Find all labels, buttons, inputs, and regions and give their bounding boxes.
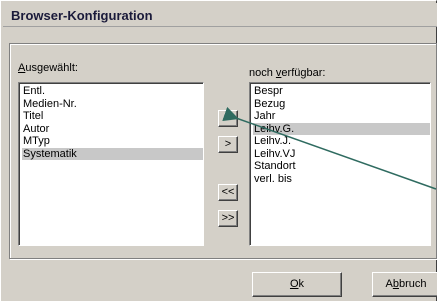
remove-all-columns-button[interactable]: >>	[218, 210, 238, 227]
ok-button[interactable]: Ok	[252, 272, 342, 297]
title-bar[interactable]: Browser-Konfiguration	[3, 3, 441, 27]
list-item[interactable]: Leihv.G.	[253, 122, 430, 135]
list-item[interactable]: verl. bis	[253, 173, 430, 186]
list-item[interactable]: Bezug	[253, 98, 430, 111]
selected-columns-list[interactable]: Entl. Medien-Nr. Titel Autor MTyp Systematik	[18, 82, 204, 246]
list-item[interactable]: Titel	[22, 110, 203, 123]
add-all-columns-button[interactable]: <<	[218, 184, 238, 201]
list-item[interactable]: Jahr	[253, 110, 430, 123]
remove-column-button[interactable]: >	[218, 136, 238, 153]
list-item[interactable]: Standort	[253, 160, 430, 173]
available-columns-list[interactable]: Bespr Bezug Jahr Leihv.G. Leihv.J. Leihv.VJ St…	[249, 82, 431, 246]
list-item[interactable]: Entl.	[22, 85, 203, 98]
window-title: Browser-Konfiguration	[11, 8, 153, 23]
list-item[interactable]: Autor	[22, 123, 203, 136]
list-item[interactable]: Leihv.VJ	[253, 148, 430, 161]
window-edge	[437, 0, 441, 301]
list-item[interactable]: Bespr	[253, 85, 430, 98]
selected-list-label: Ausgewählt:	[18, 62, 78, 74]
cancel-button[interactable]: Abbruch	[372, 272, 440, 297]
list-item[interactable]: MTyp	[22, 135, 203, 148]
available-list-label: noch verfügbar:	[249, 67, 326, 79]
list-item[interactable]: Systematik	[22, 147, 203, 160]
list-item[interactable]: Leihv.J.	[253, 135, 430, 148]
add-column-button[interactable]: <	[218, 110, 238, 127]
dialog-window: Browser-Konfiguration Ausgewählt: Entl. M…	[0, 0, 441, 301]
list-item[interactable]: Medien-Nr.	[22, 98, 203, 111]
